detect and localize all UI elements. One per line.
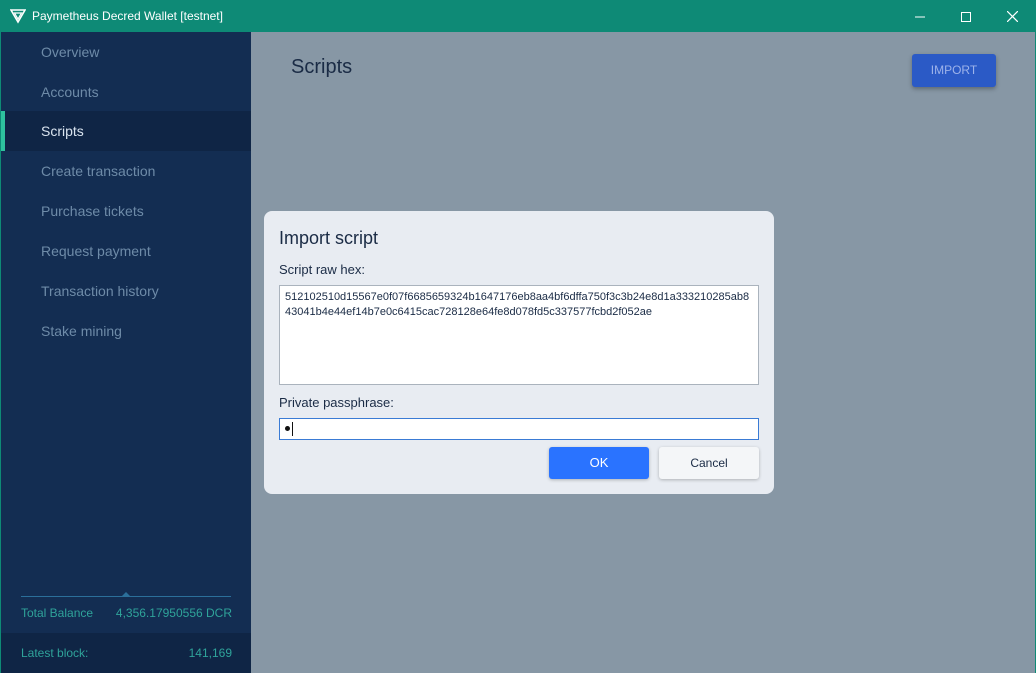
close-button[interactable] [989, 1, 1035, 32]
title-bar[interactable]: Paymetheus Decred Wallet [testnet] [1, 1, 1035, 32]
window-title: Paymetheus Decred Wallet [testnet] [32, 9, 223, 23]
passphrase-label: Private passphrase: [279, 395, 394, 410]
import-button[interactable]: IMPORT [912, 54, 996, 87]
import-script-dialog: Import script Script raw hex: 512102510d… [264, 211, 774, 494]
text-caret [292, 421, 293, 436]
sidebar-item-accounts[interactable]: Accounts [1, 72, 251, 112]
close-icon [1006, 11, 1018, 22]
sidebar-item-request-payment[interactable]: Request payment [1, 231, 251, 271]
maximize-button[interactable] [943, 1, 989, 32]
sidebar-item-stake-mining[interactable]: Stake mining [1, 311, 251, 351]
ok-button[interactable]: OK [549, 447, 649, 479]
total-balance-label: Total Balance [21, 606, 94, 620]
cancel-button[interactable]: Cancel [659, 447, 759, 479]
latest-block-value: 141,169 [188, 646, 232, 660]
latest-block-row: Latest block: 141,169 [21, 646, 232, 660]
minimize-icon [915, 16, 925, 17]
maximize-icon [961, 11, 971, 22]
balance-divider [21, 596, 231, 597]
minimize-button[interactable] [897, 1, 943, 32]
script-hex-input[interactable]: 512102510d15567e0f07f6685659324b1647176e… [279, 285, 759, 385]
sidebar-item-transaction-history[interactable]: Transaction history [1, 271, 251, 311]
app-window: Paymetheus Decred Wallet [testnet] Overv… [0, 0, 1036, 673]
sidebar-item-create-transaction[interactable]: Create transaction [1, 151, 251, 191]
page-title: Scripts [291, 56, 353, 78]
total-balance-row: Total Balance 4,356.17950556 DCR [21, 606, 232, 620]
sidebar-item-overview[interactable]: Overview [1, 32, 251, 72]
dialog-title: Import script [279, 228, 379, 248]
passphrase-input[interactable] [279, 418, 759, 440]
total-balance-value: 4,356.17950556 DCR [115, 606, 232, 620]
sidebar-item-scripts[interactable]: Scripts [1, 111, 251, 151]
latest-block-label: Latest block: [21, 646, 89, 660]
password-mask-dot [285, 426, 290, 432]
sidebar-item-purchase-tickets[interactable]: Purchase tickets [1, 191, 251, 231]
sidebar: Overview Accounts Scripts Create transac… [1, 32, 251, 673]
script-hex-label: Script raw hex: [279, 262, 365, 277]
decred-logo-icon [10, 9, 26, 24]
